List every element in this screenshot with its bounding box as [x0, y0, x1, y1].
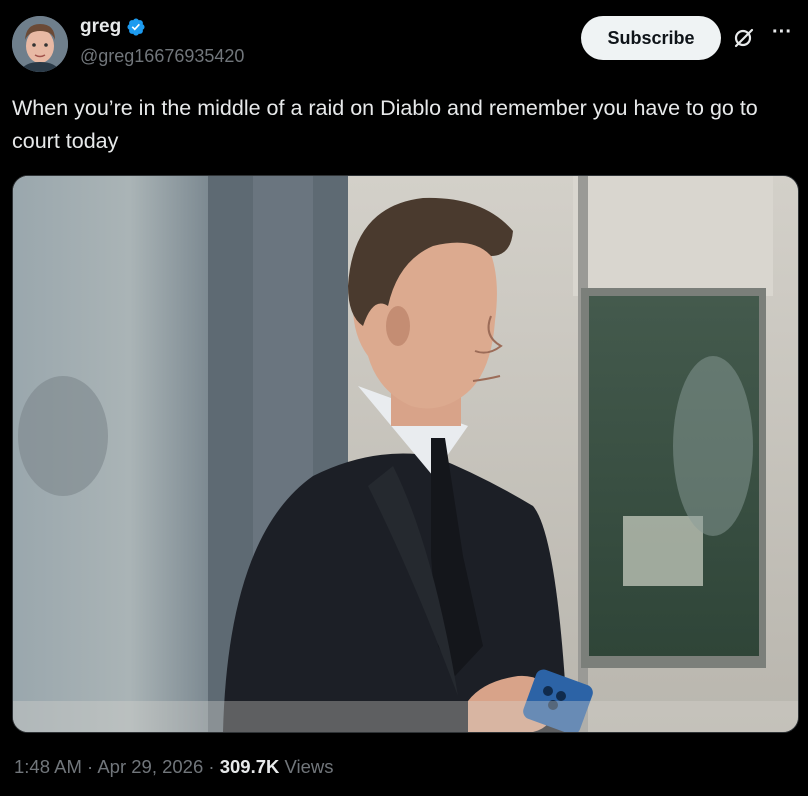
avatar[interactable]: [12, 16, 68, 72]
tweet-text: When you’re in the middle of a raid on D…: [12, 96, 758, 153]
person-avatar-icon: [12, 16, 68, 72]
tweet-photo[interactable]: [12, 175, 799, 733]
verified-badge-icon: [127, 18, 145, 36]
photo-image: [13, 176, 798, 732]
separator: ·: [203, 756, 220, 777]
more-icon[interactable]: ···: [766, 22, 798, 48]
display-name[interactable]: greg: [80, 16, 121, 38]
author-name-row[interactable]: greg: [80, 16, 146, 38]
author-handle[interactable]: @greg16676935420: [80, 46, 244, 67]
grok-icon[interactable]: [732, 26, 756, 50]
subscribe-button[interactable]: Subscribe: [581, 16, 721, 60]
separator: ·: [81, 756, 98, 777]
tweet-date[interactable]: Apr 29, 2026: [97, 756, 203, 777]
tweet-time[interactable]: 1:48 AM: [14, 756, 82, 777]
views-label: Views: [279, 756, 334, 777]
views-count: 309.7K: [219, 756, 280, 777]
tweet-metadata: 1:48 AM · Apr 29, 2026 · 309.7K Views: [14, 756, 334, 778]
